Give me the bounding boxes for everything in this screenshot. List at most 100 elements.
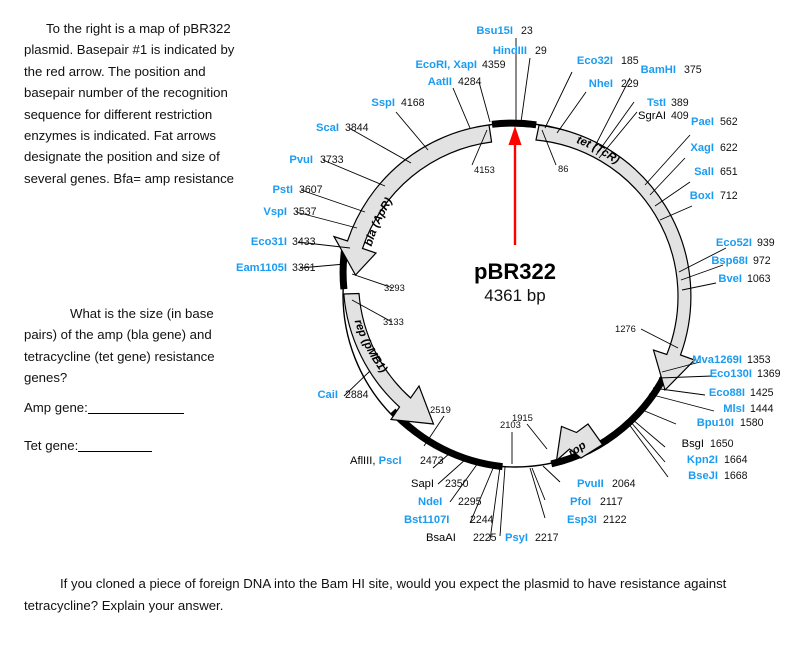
position-label-pfoi: 2117 (600, 496, 623, 508)
position-label-psyi: 2217 (535, 532, 559, 544)
enzyme-label-pfoi: PfoI (570, 496, 591, 508)
enzyme-label-bpu10i: Bpu10I (697, 417, 734, 429)
position-label-caii: 2884 (345, 389, 369, 401)
position-label-sgrai: 409 (671, 110, 689, 122)
leader-nhei (556, 91, 587, 134)
boundary-number-4153: 4153 (474, 164, 495, 175)
enzyme-label-nhei: NheI (589, 78, 613, 90)
boundary-number-3133: 3133 (383, 316, 404, 327)
position-label-eco88i: 1425 (750, 387, 774, 399)
enzyme-label-psyi: PsyI (505, 532, 528, 544)
leader-hindiii (520, 57, 531, 123)
position-label-bsgi: 1650 (710, 438, 734, 450)
enzyme-label-hindiii: HindIII (493, 45, 527, 57)
enzyme-label-eco130i: Eco130I (710, 368, 752, 380)
origin-arrow (508, 126, 522, 245)
enzyme-label-sspi: SspI (371, 97, 395, 109)
position-label-bst1107i: 2244 (470, 514, 494, 526)
enzyme-label-kpn2i: Kpn2I (687, 454, 718, 466)
enzyme-label-paei: PaeI (691, 116, 714, 128)
leader-psyi (499, 466, 506, 537)
position-label-eco32i: 185 (621, 55, 639, 67)
boundary-number-1276: 1276 (615, 323, 636, 334)
enzyme-label-sali: SalI (694, 166, 714, 178)
leader-esp3i (529, 467, 546, 519)
boundary-number-2103: 2103 (500, 419, 521, 430)
enzyme-label-caii: CaiI (317, 389, 338, 401)
position-label-scai: 3844 (345, 122, 369, 134)
enzyme-label-tsti: TstI (647, 97, 666, 109)
position-label-aatii: 4284 (458, 76, 482, 88)
enzyme-label-esp3i: Esp3I (567, 514, 597, 526)
rep-gene-shape (343, 292, 435, 425)
position-label-eco31i: 3433 (292, 236, 316, 248)
enzyme-label-eco32i: Eco32I (577, 55, 613, 67)
enzyme-label-bsaai: BsaAI (426, 532, 456, 544)
enzyme-label-ecori-xapi: EcoRI, XapI (415, 59, 477, 71)
position-label-bsp68i: 972 (753, 255, 771, 267)
position-label-bpu10i: 1580 (740, 417, 764, 429)
gene-arrow-rep: rep (pMB1) (343, 292, 435, 425)
enzyme-label-boxi: BoxI (690, 190, 714, 202)
position-label-pvuii: 2064 (612, 478, 636, 490)
enzyme-label-bsgi: BsgI (682, 438, 704, 450)
enzyme-label-xagi: XagI (690, 142, 714, 154)
position-label-paei: 562 (720, 116, 738, 128)
position-label-tsti: 389 (671, 97, 689, 109)
leader-eco32i (544, 71, 573, 129)
boundary-number-2519: 2519 (430, 404, 451, 415)
leader-kpn2i (629, 420, 666, 463)
leader-ecori (478, 81, 491, 123)
position-label-bsaai: 2225 (473, 532, 497, 544)
plasmid-name: pBR322 (474, 259, 556, 284)
origin-arrow-head (508, 126, 522, 145)
position-label-vspi: 3537 (293, 206, 317, 218)
enzyme-label-mlsi: MlsI (723, 403, 745, 415)
position-label-hindiii: 29 (535, 45, 547, 57)
boundary-number-3293: 3293 (384, 282, 405, 293)
enzyme-label-eam1105i: Eam1105I (236, 262, 287, 274)
position-label-pvui: 3733 (320, 154, 344, 166)
position-label-psti: 3607 (299, 184, 323, 196)
enzyme-label-bsu15i: Bsu15I (476, 25, 513, 37)
gene-arrow-bla: bla (ApR) (332, 124, 493, 277)
position-label-kpn2i: 1664 (724, 454, 748, 466)
enzyme-label-eco31i: Eco31I (251, 236, 287, 248)
enzyme-label-mva1269i: Mva1269I (692, 354, 742, 366)
enzyme-label-bamhi: BamHI (641, 64, 676, 76)
leader-sspi (395, 111, 429, 151)
position-label-eam1105i: 3361 (292, 262, 316, 274)
backbone-segment-origin (491, 119, 537, 129)
enzyme-label-sapi: SapI (411, 478, 434, 490)
position-label-sali: 651 (720, 166, 738, 178)
enzyme-label-pvuii: PvuII (577, 478, 604, 490)
position-label-eco130i: 1369 (757, 368, 781, 380)
enzyme-label-psti: PstI (272, 184, 293, 196)
leader-eco88i (652, 387, 706, 396)
position-label-bamhi: 375 (684, 64, 702, 76)
enzyme-label-ndei: NdeI (418, 496, 442, 508)
enzyme-label-bst1107i: Bst1107I (404, 514, 449, 526)
enzyme-label-eco52i: Eco52I (716, 237, 752, 249)
leader-bsaai (489, 466, 501, 541)
position-label-nhei: 229 (621, 78, 639, 90)
site-labels-lower-right: Mva1269I 1353 Eco130I 1369 Eco88I 1425 M… (682, 354, 781, 482)
position-label-esp3i: 2122 (603, 514, 627, 526)
enzyme-label-aatii: AatII (428, 76, 452, 88)
position-label-bsu15i: 23 (521, 25, 533, 37)
leader-mlsi (648, 393, 715, 412)
enzyme-label-aflii-psci: AflIII, PscI (350, 455, 402, 467)
plasmid-map: bla (ApR) tet (TcR) rep (pMB1) rop pBR32… (236, 25, 781, 544)
leader-bseji (627, 422, 669, 478)
site-labels-top: Bsu15I 23 HindIII 29 Eco32I 185 NheI 229… (371, 25, 701, 122)
leader-sali (654, 181, 691, 207)
enzyme-label-sgrai: SgrAI (638, 110, 666, 122)
leader-1915 (526, 423, 548, 450)
enzyme-label-pvui: PvuI (289, 154, 313, 166)
position-label-bseji: 1668 (724, 470, 748, 482)
position-label-boxi: 712 (720, 190, 738, 202)
position-label-sspi: 4168 (401, 97, 425, 109)
boundary-number-86: 86 (558, 163, 568, 174)
enzyme-label-vspi: VspI (263, 206, 287, 218)
position-label-mlsi: 1444 (750, 403, 774, 415)
